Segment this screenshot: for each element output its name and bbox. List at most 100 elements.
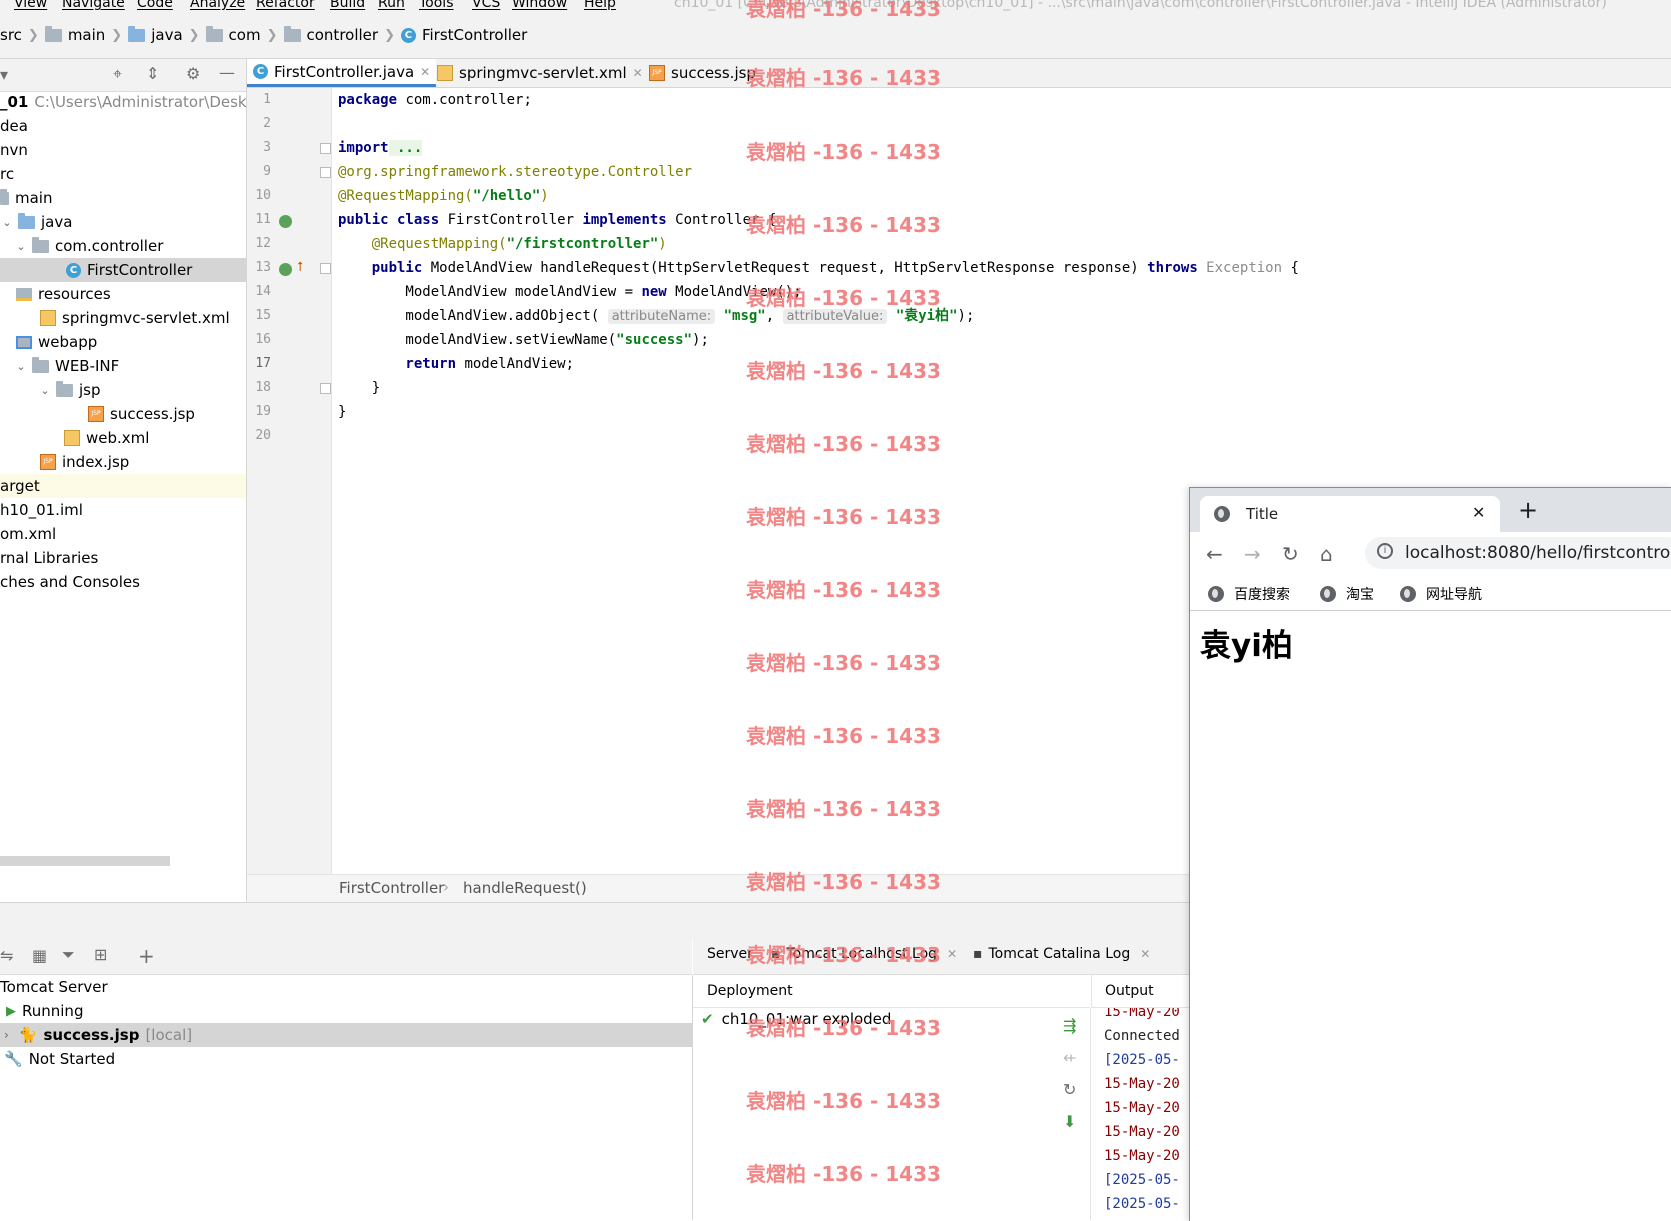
bookmark-nav[interactable]: 网址导航 (1400, 584, 1482, 604)
tree-label: index.jsp (62, 453, 130, 471)
close-icon[interactable]: ✕ (633, 66, 643, 80)
breadcrumb-controller[interactable]: controller (307, 26, 379, 44)
tab-springmvc-servlet-xml[interactable]: springmvc-servlet.xml ✕ (431, 59, 649, 87)
address-bar[interactable]: i localhost:8080/hello/firstcontroller (1365, 537, 1671, 569)
code-token[interactable]: ... (388, 140, 423, 156)
menu-vcs[interactable]: VCS (472, 0, 500, 11)
close-icon[interactable]: ✕ (1472, 503, 1485, 522)
tree-item-idea[interactable]: dea (0, 114, 28, 138)
output-console[interactable]: 15-May-20 Connected [2025-05- 15-May-20 … (1091, 1008, 1190, 1220)
filter-icon[interactable]: ⏷ (62, 945, 75, 965)
tree-item-running[interactable]: ▶ Running (0, 999, 692, 1023)
tree-item-success-jsp[interactable]: JSP success.jsp (88, 402, 195, 426)
tree-item-tomcat-server[interactable]: Tomcat Server (0, 975, 692, 999)
undeploy-icon[interactable]: ⇷ (1063, 1048, 1076, 1067)
refresh-icon[interactable]: ↻ (1063, 1080, 1076, 1099)
tab-server[interactable]: Server (707, 946, 753, 962)
spring-bean-icon[interactable] (279, 215, 292, 228)
tree-item-firstcontroller[interactable]: C FirstController (0, 258, 246, 282)
menu-build[interactable]: Build (330, 0, 365, 11)
breadcrumb-main[interactable]: main (68, 26, 105, 44)
tree-item-springmvc-servlet[interactable]: springmvc-servlet.xml (40, 306, 230, 330)
spring-bean-icon[interactable] (279, 263, 292, 276)
menu-tools[interactable]: Tools (419, 0, 454, 11)
close-icon[interactable]: ✕ (1140, 947, 1150, 961)
tree-item-success-jsp-deploy[interactable]: › 🐈 success.jsp [local] (0, 1023, 692, 1047)
fold-icon[interactable] (320, 263, 331, 274)
tree-item-java[interactable]: ⌄ java (0, 210, 72, 234)
collapse-all-icon[interactable]: ⇕ (146, 64, 159, 83)
tree-item-index-jsp[interactable]: JSP index.jsp (40, 450, 129, 474)
chevron-down-icon[interactable]: ⌄ (14, 360, 28, 373)
tree-item-not-started[interactable]: 🔧 Not Started (0, 1047, 692, 1071)
tree-item-pom[interactable]: om.xml (0, 522, 56, 546)
deployment-item[interactable]: ✔ ch10_01:war exploded (701, 1010, 891, 1028)
menu-view[interactable]: View (14, 0, 47, 11)
expand-icon[interactable]: ⇋ (0, 946, 13, 965)
tab-success-jsp[interactable]: JSP success.jsp (643, 59, 762, 87)
tree-item-resources[interactable]: resources (0, 282, 111, 306)
gear-icon[interactable]: ⚙ (186, 64, 200, 83)
override-icon[interactable]: ⭡ (297, 260, 303, 275)
menu-code[interactable]: Code (137, 0, 173, 11)
breadcrumb-java[interactable]: java (151, 26, 182, 44)
minimize-icon[interactable]: — (219, 63, 235, 82)
tree-item-mvn[interactable]: nvn (0, 138, 28, 162)
tree-item-web-inf[interactable]: ⌄ WEB-INF (14, 354, 119, 378)
bookmark-baidu[interactable]: 百度搜索 (1208, 584, 1290, 604)
breadcrumb-firstcontroller[interactable]: FirstController (422, 26, 527, 44)
fold-icon[interactable] (320, 383, 331, 394)
back-icon[interactable]: ← (1206, 542, 1223, 566)
breadcrumb-src[interactable]: src (0, 26, 22, 44)
tree-item-scratches[interactable]: ches and Consoles (0, 570, 140, 594)
download-icon[interactable]: ⬇ (1063, 1112, 1076, 1131)
chevron-down-icon[interactable]: ▾ (0, 65, 8, 84)
close-icon[interactable]: ✕ (420, 65, 430, 79)
close-icon[interactable]: ✕ (947, 947, 957, 961)
group-icon[interactable]: ▦ (32, 946, 47, 965)
tab-tomcat-catalina-log[interactable]: ▪ Tomcat Catalina Log ✕ (973, 946, 1150, 962)
menu-run[interactable]: Run (378, 0, 405, 11)
line-number: 10 (255, 188, 271, 203)
locate-icon[interactable]: ⌖ (113, 64, 122, 84)
browser-tab[interactable]: Title ✕ (1200, 496, 1500, 532)
tree-item-web-xml[interactable]: web.xml (64, 426, 149, 450)
chevron-down-icon[interactable]: ⌄ (14, 240, 28, 253)
menu-refactor[interactable]: Refactor (256, 0, 315, 11)
folder-icon (56, 380, 73, 397)
layout-icon[interactable]: ⊞ (94, 945, 107, 964)
bookmark-taobao[interactable]: 淘宝 (1320, 584, 1374, 604)
deploy-icon[interactable]: ⇶ (1063, 1016, 1076, 1035)
menu-navigate[interactable]: Navigate (62, 0, 125, 11)
menu-analyze[interactable]: Analyze (190, 0, 245, 11)
horizontal-scrollbar[interactable] (0, 856, 170, 866)
tree-item-src[interactable]: rc (0, 162, 14, 186)
code-line-14: ModelAndView modelAndView = new ModelAnd… (338, 280, 801, 304)
add-icon[interactable]: + (138, 944, 155, 968)
tree-item-main[interactable]: main (0, 186, 52, 210)
editor-breadcrumb-method[interactable]: handleRequest() (463, 879, 587, 897)
tree-item-jsp[interactable]: ⌄ jsp (38, 378, 101, 402)
tree-item-com-controller[interactable]: ⌄ com.controller (14, 234, 163, 258)
tab-tomcat-localhost-log[interactable]: ▪ Tomcat Localhost Log ✕ (771, 946, 957, 962)
chevron-right-icon[interactable]: › (4, 1028, 9, 1042)
tab-firstcontroller-java[interactable]: C FirstController.java ✕ (247, 59, 437, 87)
fold-icon[interactable] (320, 167, 331, 178)
breadcrumb-com[interactable]: com (229, 26, 261, 44)
chevron-down-icon[interactable]: ⌄ (0, 216, 14, 229)
reload-icon[interactable]: ↻ (1282, 542, 1299, 566)
editor-breadcrumb-class[interactable]: FirstController (339, 879, 444, 897)
chevron-down-icon[interactable]: ⌄ (38, 384, 52, 397)
tree-item-root[interactable]: _01 C:\Users\Administrator\Deskt (0, 90, 252, 114)
forward-icon[interactable]: → (1244, 542, 1261, 566)
home-icon[interactable]: ⌂ (1320, 542, 1333, 566)
new-tab-button[interactable]: + (1518, 496, 1538, 524)
menu-window[interactable]: Window (512, 0, 567, 11)
info-icon[interactable]: i (1377, 543, 1393, 559)
fold-icon[interactable] (320, 143, 331, 154)
tree-item-target[interactable]: arget (0, 474, 246, 498)
tree-item-external-libraries[interactable]: rnal Libraries (0, 546, 98, 570)
tree-item-webapp[interactable]: webapp (0, 330, 97, 354)
tree-item-iml[interactable]: h10_01.iml (0, 498, 83, 522)
menu-help[interactable]: Help (584, 0, 616, 11)
